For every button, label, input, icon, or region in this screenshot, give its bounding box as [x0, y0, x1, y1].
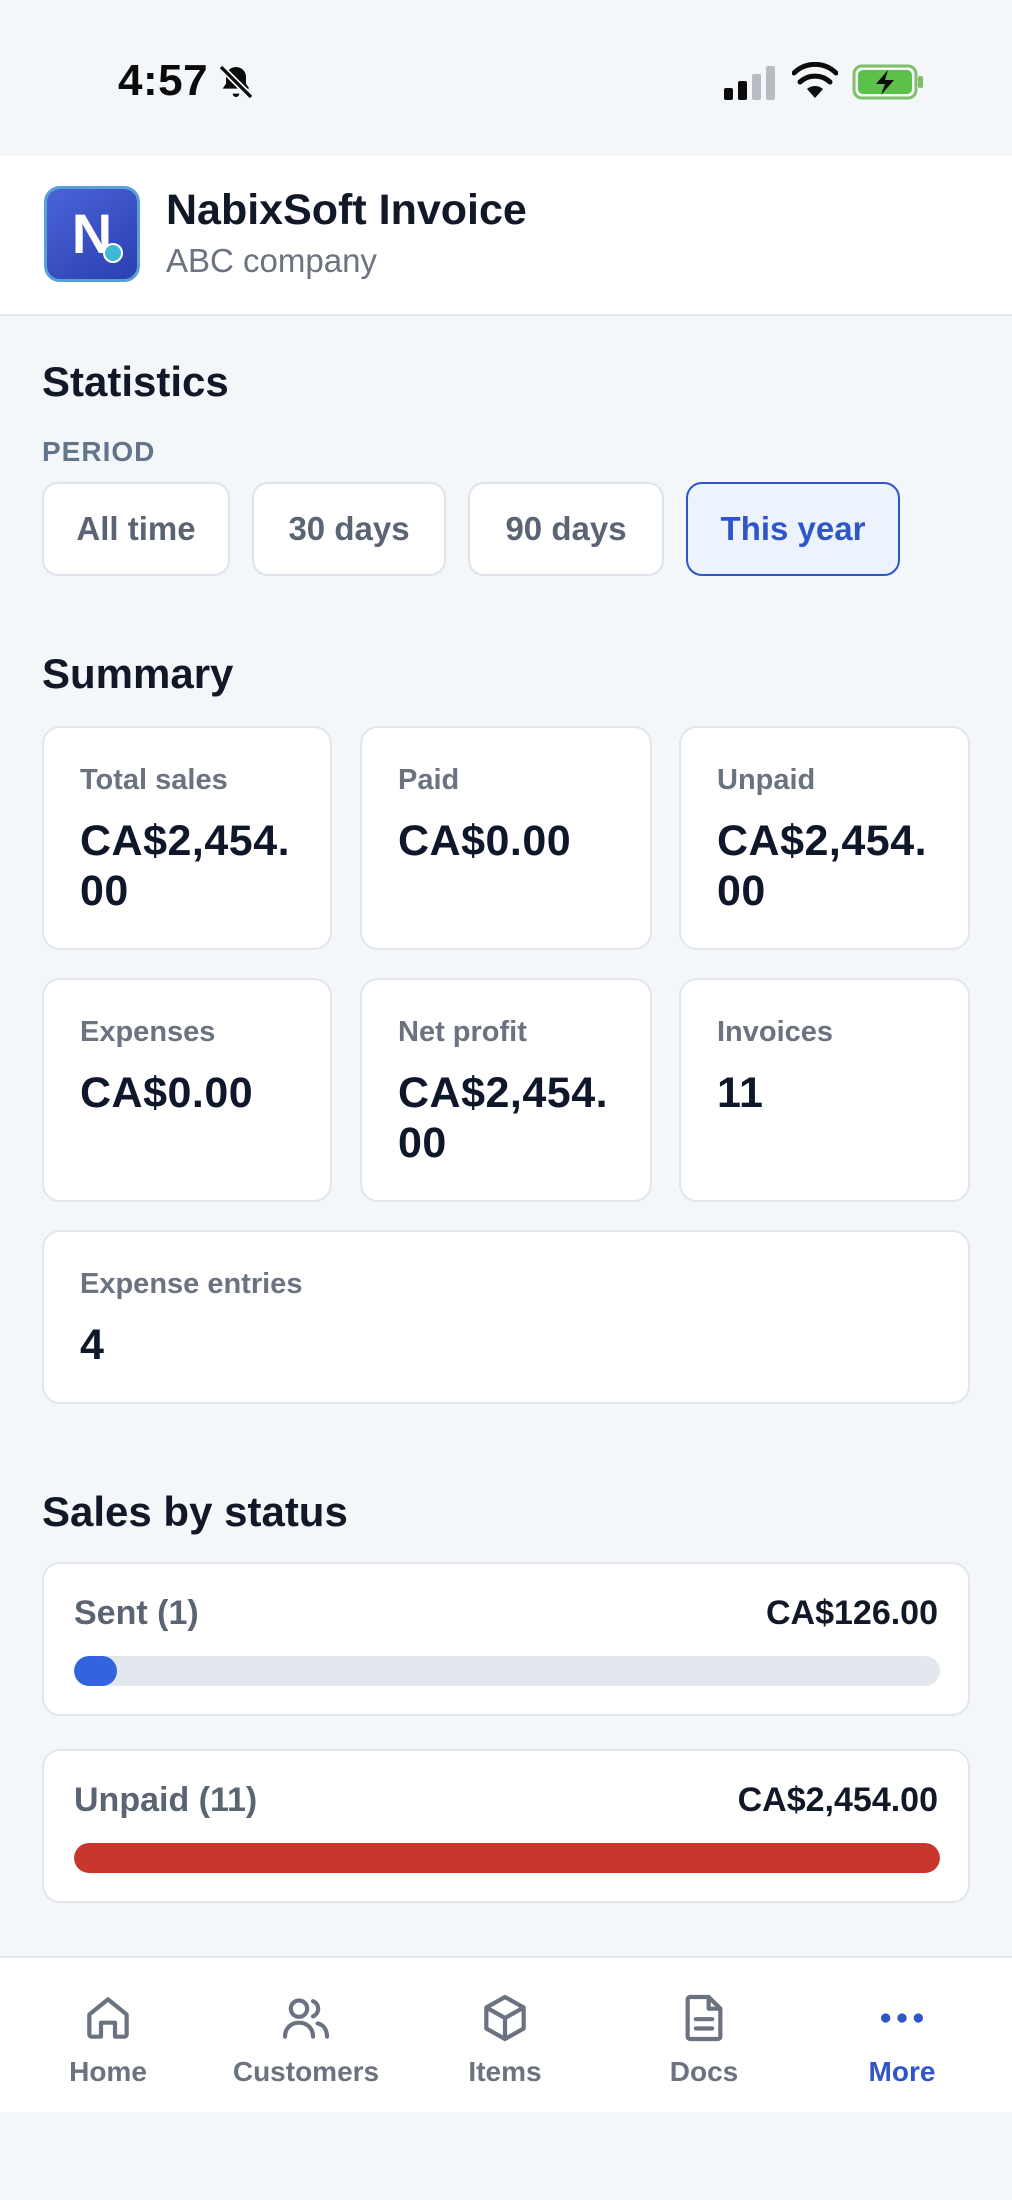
- summary-card-expense-entries: Expense entries 4: [42, 1230, 970, 1404]
- document-icon: [685, 1994, 723, 2042]
- home-indicator-area: [0, 2112, 1012, 2200]
- progress-track: [74, 1656, 940, 1686]
- nav-customers[interactable]: Customers: [206, 1958, 406, 2114]
- period-label: PERIOD: [42, 436, 156, 467]
- card-value: 4: [80, 1321, 105, 1369]
- app-logo: N: [44, 186, 140, 282]
- status-label: Unpaid (11): [74, 1781, 258, 1819]
- period-chip-90-days[interactable]: 90 days: [468, 482, 664, 576]
- status-label: Sent (1): [74, 1594, 199, 1632]
- box-icon: [484, 1994, 526, 2042]
- card-label: Invoices: [717, 1016, 834, 1048]
- nav-label: Items: [468, 2056, 542, 2087]
- nav-label: Home: [69, 2056, 147, 2087]
- summary-card-paid: Paid CA$0.00: [360, 726, 652, 950]
- home-icon: [87, 1997, 129, 2039]
- card-label: Unpaid: [717, 764, 816, 796]
- progress-track: [74, 1843, 940, 1873]
- card-value: CA$2,454.00: [80, 817, 291, 915]
- progress-fill: [74, 1656, 118, 1686]
- summary-card-unpaid: Unpaid CA$2,454.00: [679, 726, 970, 950]
- status-amount: CA$126.00: [765, 1594, 938, 1632]
- users-icon: [282, 1998, 330, 2039]
- nav-items[interactable]: Items: [405, 1958, 605, 2114]
- summary-card-total-sales: Total sales CA$2,454.00: [42, 726, 332, 950]
- signal-icon: [724, 66, 775, 100]
- nav-label: Docs: [669, 2056, 739, 2087]
- sales-by-status-title: Sales by status: [42, 1488, 348, 1535]
- card-value: CA$2,454.00: [717, 817, 928, 915]
- summary-card-expenses: Expenses CA$0.00: [42, 978, 332, 1202]
- wifi-icon: [792, 62, 838, 98]
- check-badge-icon: [103, 243, 123, 263]
- nav-label: Customers: [232, 2056, 380, 2087]
- status-time: 4:57: [118, 56, 209, 105]
- statistics-title: Statistics: [42, 358, 229, 405]
- period-chip-30-days[interactable]: 30 days: [252, 482, 446, 576]
- company-name: ABC company: [166, 242, 377, 279]
- summary-title: Summary: [42, 650, 234, 697]
- nav-home[interactable]: Home: [8, 1958, 208, 2114]
- status-amount: CA$2,454.00: [737, 1781, 938, 1819]
- summary-card-invoices: Invoices 11: [679, 978, 970, 1202]
- card-label: Net profit: [398, 1016, 527, 1048]
- card-label: Expense entries: [80, 1268, 303, 1300]
- battery-charging-icon: [852, 64, 923, 100]
- period-chip-all-time[interactable]: All time: [42, 482, 230, 576]
- more-icon: [881, 2013, 923, 2023]
- status-bar: 4:57: [0, 0, 1012, 156]
- card-value: CA$2,454.00: [398, 1069, 609, 1167]
- status-row-unpaid: Unpaid (11) CA$2,454.00: [42, 1749, 970, 1903]
- progress-fill: [74, 1843, 940, 1873]
- nav-label: More: [868, 2056, 936, 2087]
- status-row-sent: Sent (1) CA$126.00: [42, 1562, 970, 1716]
- card-value: CA$0.00: [398, 817, 572, 865]
- card-value: CA$0.00: [80, 1069, 254, 1117]
- card-label: Paid: [398, 764, 460, 796]
- card-label: Expenses: [80, 1016, 216, 1048]
- summary-card-net-profit: Net profit CA$2,454.00: [360, 978, 652, 1202]
- nav-docs[interactable]: Docs: [604, 1958, 804, 2114]
- app-header: N NabixSoft Invoice ABC company: [0, 156, 1012, 316]
- bottom-nav: Home Customers Items Docs More: [0, 1956, 1012, 2112]
- bell-muted-icon: [218, 64, 254, 100]
- card-label: Total sales: [80, 764, 228, 796]
- app-title: NabixSoft Invoice: [166, 186, 527, 234]
- nav-more[interactable]: More: [802, 1958, 1002, 2114]
- period-chip-this-year[interactable]: This year: [686, 482, 900, 576]
- card-value: 11: [717, 1069, 764, 1117]
